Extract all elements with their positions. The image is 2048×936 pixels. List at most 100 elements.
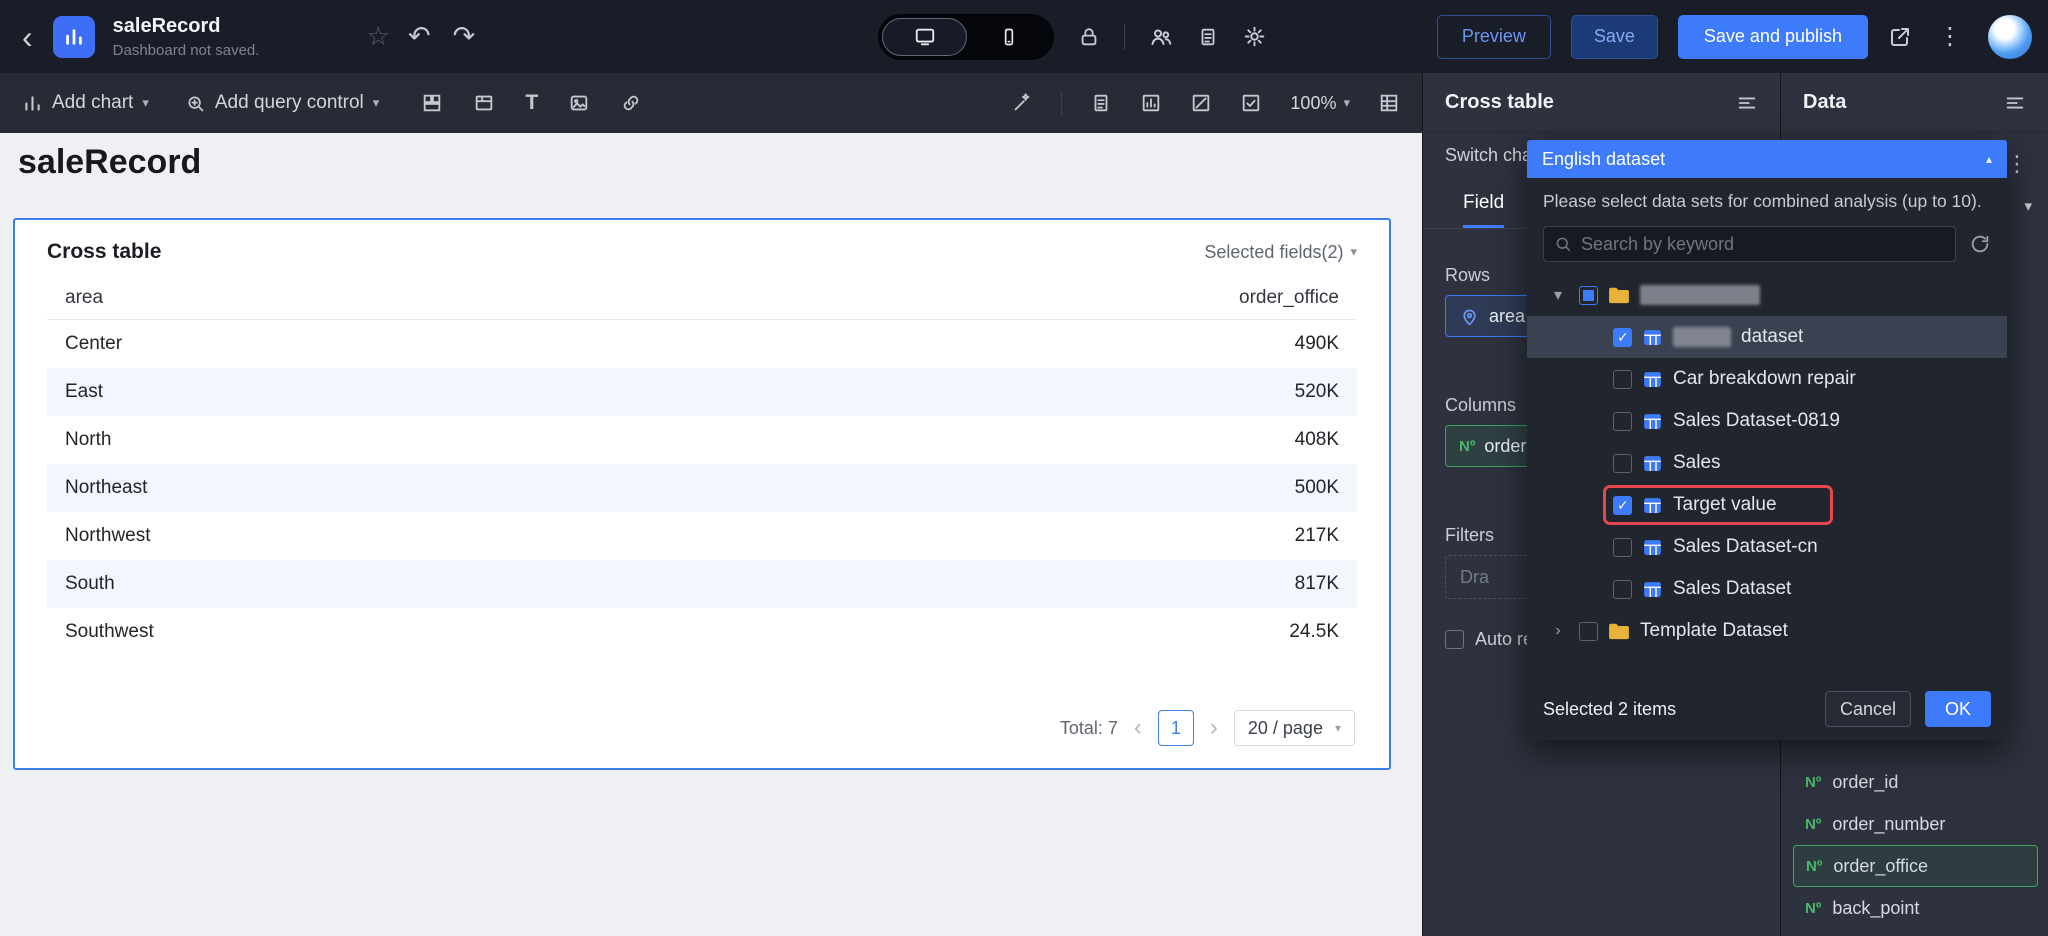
clipboard-icon[interactable] [1197,26,1219,48]
dataset-search-row [1527,214,2007,270]
chevron-right-icon[interactable]: › [1547,622,1569,640]
checkbox-tool-icon[interactable] [1240,92,1262,114]
dataset-icon [1644,539,1661,555]
mobile-toggle[interactable] [967,18,1050,56]
chart-board-icon[interactable] [1140,92,1162,114]
search-input[interactable] [1581,233,1945,255]
field-item[interactable]: Nº order_id [1793,761,2038,803]
cancel-button[interactable]: Cancel [1825,691,1911,727]
checkbox-unchecked[interactable] [1613,411,1632,431]
text-tool-icon[interactable]: T [525,91,538,115]
add-query-control-button[interactable]: Add query control ▾ [185,92,379,114]
current-page-button[interactable]: 1 [1157,710,1194,746]
triangle-up-icon: ▴ [1985,152,1992,166]
back-button[interactable]: ‹ [16,21,39,53]
cross-table-widget[interactable]: Cross table Selected fields(2) ▾ area or… [13,218,1391,770]
layout-icon[interactable] [421,92,443,114]
checkbox-unchecked[interactable] [1613,453,1632,473]
dataset-select-header[interactable]: English dataset ▴ [1527,140,2007,178]
field-item[interactable]: Nº order_number [1793,803,2038,845]
folder-icon [1609,287,1629,304]
lock-icon[interactable] [1078,26,1100,48]
folder-icon [1609,623,1629,640]
tab-field[interactable]: Field [1463,181,1505,228]
zoom-control[interactable]: 100% ▾ [1290,93,1350,114]
checkbox-unchecked[interactable] [1613,369,1632,389]
selected-fields-label: Selected fields(2) [1204,241,1344,262]
watermark-icon[interactable] [1190,92,1212,114]
tree-folder-root[interactable]: ▾ [1527,274,2007,316]
image-icon[interactable] [568,92,590,114]
tree-dataset-item-target-value[interactable]: Target value [1527,484,2007,526]
chevron-down-icon: ▾ [1334,721,1341,735]
preview-button[interactable]: Preview [1436,14,1551,59]
checkbox-checked[interactable] [1613,495,1632,515]
page-size-select[interactable]: 20 / page ▾ [1233,710,1355,746]
tree-dataset-item[interactable]: Sales Dataset-0819 [1527,400,2007,442]
open-external-icon[interactable] [1888,25,1912,49]
measure-icon: Nº [1805,815,1822,833]
next-page-button[interactable]: › [1210,714,1218,742]
checkbox-indeterminate[interactable] [1579,285,1598,305]
panel-settings-icon[interactable] [1736,92,1758,114]
field-item[interactable]: Nº back_point [1793,887,2038,929]
selected-count: Selected 2 items [1543,698,1677,719]
gear-icon[interactable] [1243,25,1266,48]
edit-toolbar: Add chart ▾ Add query control ▾ T 100% ▾ [0,73,1422,133]
app-logo[interactable] [52,15,95,58]
dashboard-title-block: saleRecord Dashboard not saved. [113,15,331,59]
chevron-down-icon[interactable]: ▾ [1547,285,1569,305]
search-box [1543,226,1956,262]
mobile-icon [1004,28,1013,45]
desktop-toggle[interactable] [882,17,967,56]
checkbox-unchecked[interactable] [1579,621,1598,641]
redo-button[interactable]: ↷ [449,21,480,52]
field-item-selected[interactable]: Nº order_office [1793,845,2038,887]
tree-dataset-item[interactable]: Sales [1527,442,2007,484]
table-header-row: area order_office [47,276,1357,320]
grid-table-icon[interactable] [1378,92,1400,114]
tree-folder-collapsed[interactable]: › Template Dataset [1527,610,2007,652]
auto-refresh-label: Auto re [1475,629,1534,649]
favorite-star-icon[interactable]: ☆ [367,21,390,52]
tab-container-icon[interactable] [473,92,495,114]
auto-refresh-checkbox[interactable] [1445,630,1464,649]
device-toggle [878,13,1054,60]
triangle-down-icon: ▾ [1350,244,1357,259]
chevron-down-icon: ▾ [372,95,380,110]
tree-dataset-item[interactable]: dataset [1527,316,2007,358]
cell-value: 520K [1294,381,1339,402]
page-settings-icon[interactable] [1090,92,1112,114]
theme-icon[interactable] [1011,92,1033,114]
add-chart-button[interactable]: Add chart ▾ [22,92,149,114]
undo-button[interactable]: ↶ [404,21,435,52]
field-name: order_number [1832,813,1946,834]
data-panel-menu-icon[interactable] [2004,92,2026,114]
measure-icon: Nº [1805,899,1822,917]
refresh-icon[interactable] [1969,233,1991,255]
dataset-tree: ▾ dataset [1527,270,2007,652]
field-name: back_point [1832,897,1920,918]
dataset-label: Target value [1673,494,1777,515]
more-menu-button[interactable]: ⋮ [1932,22,1968,51]
checkbox-unchecked[interactable] [1613,537,1632,557]
save-button[interactable]: Save [1570,14,1658,59]
link-icon[interactable] [620,92,642,114]
prev-page-button[interactable]: ‹ [1134,714,1142,742]
tree-dataset-item[interactable]: Sales Dataset-cn [1527,526,2007,568]
selected-fields-control[interactable]: Selected fields(2) ▾ [1204,242,1357,263]
dataset-icon [1644,371,1661,387]
cell-value: 490K [1294,333,1339,354]
checkbox-checked[interactable] [1613,327,1632,347]
ok-button[interactable]: OK [1925,691,1991,727]
widget-title: Cross table [47,240,162,263]
checkbox-unchecked[interactable] [1613,579,1632,599]
collaboration-icon[interactable] [1149,25,1173,49]
user-avatar[interactable] [1988,14,2032,59]
save-and-publish-button[interactable]: Save and publish [1677,14,1868,59]
bar-chart-icon [65,28,82,45]
chevron-down-icon[interactable]: ▾ [2024,197,2032,215]
tree-dataset-item[interactable]: Car breakdown repair [1527,358,2007,400]
tree-dataset-item[interactable]: Sales Dataset [1527,568,2007,610]
search-icon [1556,237,1571,252]
